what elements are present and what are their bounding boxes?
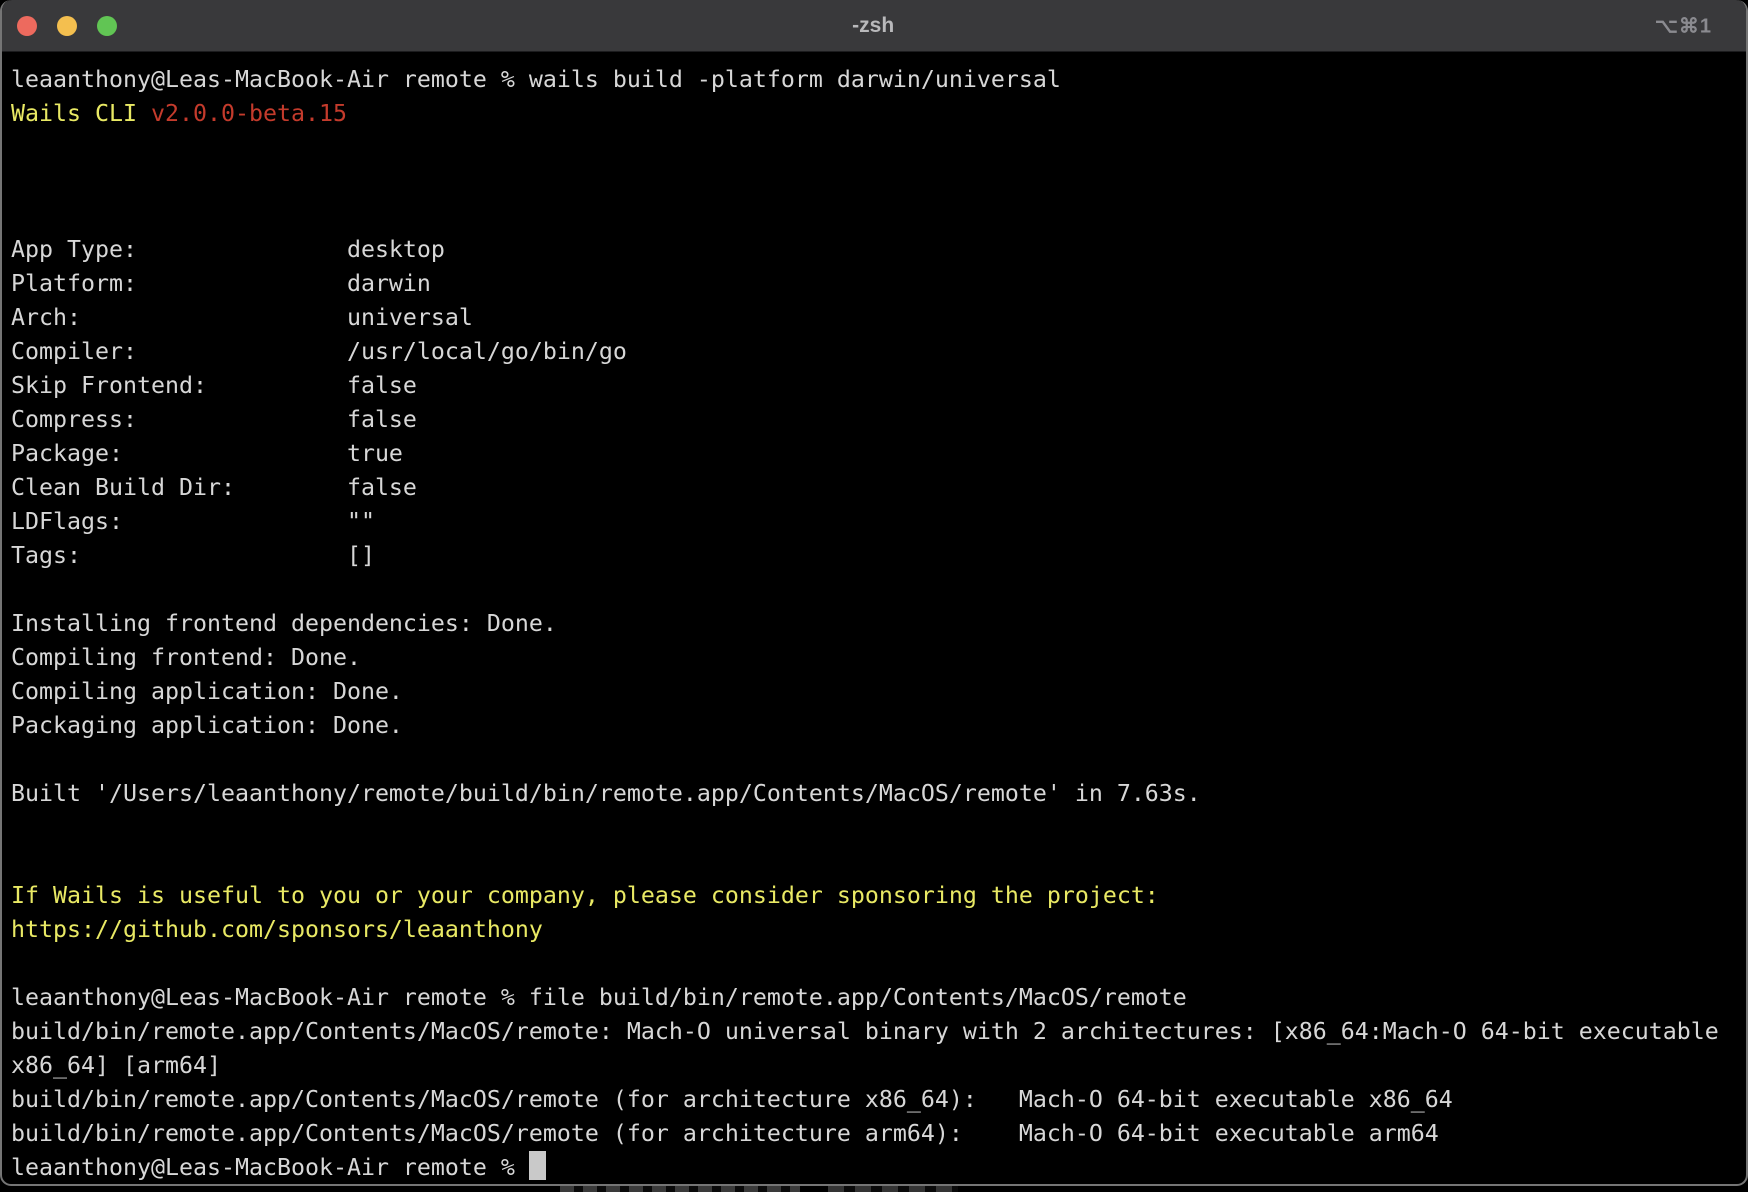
terminal-line: build/bin/remote.app/Contents/MacOS/remo… [11, 1083, 1746, 1117]
terminal-text-segment: x86_64] [arm64] [11, 1052, 221, 1079]
terminal-text-segment: leaanthony@Leas-MacBook-Air remote % [11, 1154, 529, 1181]
terminal-line: build/bin/remote.app/Contents/MacOS/remo… [11, 1015, 1746, 1049]
terminal-text-segment: Arch: universal [11, 304, 473, 331]
terminal-line: Arch: universal [11, 301, 1746, 335]
terminal-line: leaanthony@Leas-MacBook-Air remote % wai… [11, 63, 1746, 97]
terminal-line: Built '/Users/leaanthony/remote/build/bi… [11, 777, 1746, 811]
terminal-line [11, 131, 1746, 165]
terminal-window: -zsh ⌥⌘1 leaanthony@Leas-MacBook-Air rem… [0, 0, 1748, 1186]
terminal-line: Package: true [11, 437, 1746, 471]
terminal-line: Skip Frontend: false [11, 369, 1746, 403]
terminal-text-segment: Compiling application: Done. [11, 678, 403, 705]
terminal-text-segment: Compiler: /usr/local/go/bin/go [11, 338, 627, 365]
terminal-text-segment: https://github.com/sponsors/leaanthony [11, 916, 543, 943]
terminal-text-segment: App Type: desktop [11, 236, 445, 263]
terminal-text-segment: Wails CLI [11, 100, 151, 127]
terminal-line: leaanthony@Leas-MacBook-Air remote % fil… [11, 981, 1746, 1015]
terminal-line: leaanthony@Leas-MacBook-Air remote % [11, 1151, 1746, 1185]
terminal-text-segment: If Wails is useful to you or your compan… [11, 882, 1159, 909]
terminal-line: LDFlags: "" [11, 505, 1746, 539]
terminal-text-segment: Platform: darwin [11, 270, 431, 297]
terminal-line: Compress: false [11, 403, 1746, 437]
terminal-line: Clean Build Dir: false [11, 471, 1746, 505]
terminal-text-segment: leaanthony@Leas-MacBook-Air remote % fil… [11, 984, 1187, 1011]
terminal-line: App Type: desktop [11, 233, 1746, 267]
terminal-text-segment: Package: true [11, 440, 403, 467]
terminal-line: build/bin/remote.app/Contents/MacOS/remo… [11, 1117, 1746, 1151]
terminal-text-segment: LDFlags: "" [11, 508, 375, 535]
terminal-content[interactable]: leaanthony@Leas-MacBook-Air remote % wai… [2, 52, 1746, 1185]
background-window-sliver [828, 1186, 958, 1192]
traffic-lights [17, 0, 117, 51]
terminal-text-segment: Clean Build Dir: false [11, 474, 417, 501]
terminal-line: Installing frontend dependencies: Done. [11, 607, 1746, 641]
terminal-line [11, 165, 1746, 199]
terminal-line: Platform: darwin [11, 267, 1746, 301]
terminal-text-segment: Installing frontend dependencies: Done. [11, 610, 557, 637]
terminal-text-segment: build/bin/remote.app/Contents/MacOS/remo… [11, 1086, 1453, 1113]
terminal-text-segment: v2.0.0-beta.15 [151, 100, 347, 127]
terminal-line: If Wails is useful to you or your compan… [11, 879, 1746, 913]
terminal-line: Wails CLI v2.0.0-beta.15 [11, 97, 1746, 131]
close-button[interactable] [17, 16, 37, 36]
background-window-sliver [560, 1186, 800, 1192]
terminal-line: Compiling frontend: Done. [11, 641, 1746, 675]
zoom-button[interactable] [97, 16, 117, 36]
terminal-text-segment: Tags: [] [11, 542, 375, 569]
terminal-line: https://github.com/sponsors/leaanthony [11, 913, 1746, 947]
terminal-text-segment: Compress: false [11, 406, 417, 433]
terminal-line: Tags: [] [11, 539, 1746, 573]
minimize-button[interactable] [57, 16, 77, 36]
terminal-line: Compiler: /usr/local/go/bin/go [11, 335, 1746, 369]
tab-shortcut-label: ⌥⌘1 [1655, 13, 1712, 38]
terminal-text-segment: build/bin/remote.app/Contents/MacOS/remo… [11, 1018, 1719, 1045]
terminal-line [11, 743, 1746, 777]
terminal-text-segment: Packaging application: Done. [11, 712, 403, 739]
terminal-text-segment: Skip Frontend: false [11, 372, 417, 399]
terminal-line [11, 845, 1746, 879]
titlebar[interactable]: -zsh ⌥⌘1 [2, 0, 1746, 52]
terminal-line [11, 199, 1746, 233]
text-cursor [529, 1151, 546, 1180]
terminal-line: x86_64] [arm64] [11, 1049, 1746, 1083]
terminal-text-segment: build/bin/remote.app/Contents/MacOS/remo… [11, 1120, 1439, 1147]
terminal-line: Packaging application: Done. [11, 709, 1746, 743]
terminal-line [11, 573, 1746, 607]
window-title: -zsh [852, 14, 894, 38]
terminal-line [11, 811, 1746, 845]
terminal-text-segment: Built '/Users/leaanthony/remote/build/bi… [11, 780, 1201, 807]
terminal-line [11, 947, 1746, 981]
terminal-text-segment: leaanthony@Leas-MacBook-Air remote % wai… [11, 66, 1061, 93]
terminal-text-segment: Compiling frontend: Done. [11, 644, 361, 671]
terminal-line: Compiling application: Done. [11, 675, 1746, 709]
